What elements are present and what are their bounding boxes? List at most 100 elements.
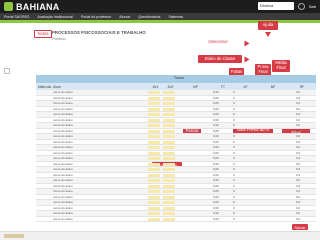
grade-input-av1[interactable]	[148, 206, 160, 210]
cell-mf: 0,0	[296, 90, 301, 95]
nav-item-portal-professor[interactable]: Portal do professor	[81, 15, 111, 19]
grade-input-av1[interactable]	[148, 162, 160, 166]
callout-diario: Diário de Classe	[198, 55, 242, 63]
cell-mf: 0,0	[296, 200, 301, 205]
grade-input-av2[interactable]	[163, 173, 175, 177]
grade-input-av2[interactable]	[163, 206, 175, 210]
col-matricula: Matrícula	[37, 84, 52, 89]
nav-item-alunos[interactable]: Alunos	[119, 15, 130, 19]
footer-logo	[4, 234, 24, 238]
cell-mp: 0,00	[213, 145, 219, 150]
grade-input-av2[interactable]	[163, 190, 175, 193]
student-name: nome do aluno	[53, 112, 73, 117]
grade-input-av1[interactable]	[148, 168, 160, 171]
grade-input-av1[interactable]	[148, 113, 160, 116]
grade-input-av2[interactable]	[163, 140, 175, 144]
student-name: nome do aluno	[53, 178, 73, 183]
cell-ft: 0	[233, 112, 235, 117]
footer	[0, 231, 320, 240]
grade-input-av1[interactable]	[148, 118, 160, 122]
grade-input-av2[interactable]	[163, 217, 175, 221]
student-name: nome do aluno	[53, 172, 73, 177]
grade-input-av1[interactable]	[148, 91, 160, 94]
cell-mf: 0,0	[296, 216, 301, 221]
grade-input-av2[interactable]	[163, 135, 175, 138]
cell-ft: 0	[233, 161, 235, 166]
top-bar: BAHIANA Dinelza Sair	[0, 0, 320, 13]
grade-input-av2[interactable]	[163, 118, 175, 122]
cell-mf: 0,0	[296, 145, 301, 150]
grade-input-av2[interactable]	[163, 91, 175, 94]
menu-icon[interactable]	[4, 68, 10, 74]
grade-input-av2[interactable]	[163, 107, 175, 111]
cell-mp: 0,00	[213, 134, 219, 139]
grade-input-av1[interactable]	[148, 135, 160, 138]
cell-ft: 0	[233, 167, 235, 172]
grade-input-av2[interactable]	[163, 113, 175, 116]
grade-input-av1[interactable]	[148, 201, 160, 204]
grade-input-av2[interactable]	[163, 162, 175, 166]
cell-ft: 0	[233, 183, 235, 188]
grade-input-av1[interactable]	[148, 124, 160, 127]
save-button[interactable]: Salvar	[292, 224, 308, 230]
grade-input-av2[interactable]	[163, 151, 175, 155]
student-name: nome do aluno	[53, 95, 73, 100]
grade-input-av1[interactable]	[148, 190, 160, 193]
nav-item-avaliacao[interactable]: Avaliação Institucional	[37, 15, 73, 19]
cell-ft: 0	[233, 178, 235, 183]
grade-input-av2[interactable]	[163, 195, 175, 199]
student-name: nome do aluno	[53, 145, 73, 150]
grade-input-av1[interactable]	[148, 129, 160, 133]
grade-input-av1[interactable]	[148, 146, 160, 149]
student-name: nome do aluno	[53, 189, 73, 194]
grade-input-av2[interactable]	[163, 184, 175, 188]
cell-ft: 0	[233, 216, 235, 221]
grade-input-av1[interactable]	[148, 140, 160, 144]
user-select[interactable]: Dinelza	[257, 2, 294, 10]
grade-input-av1[interactable]	[148, 212, 160, 215]
grade-input-av1[interactable]	[148, 217, 160, 221]
grade-input-av1[interactable]	[148, 157, 160, 160]
cell-ft: 0	[233, 205, 235, 210]
grade-input-av2[interactable]	[163, 124, 175, 127]
settings-icon[interactable]	[297, 2, 305, 10]
cell-ft: 0	[233, 139, 235, 144]
grade-input-av2[interactable]	[163, 102, 175, 105]
grade-input-av1[interactable]	[148, 195, 160, 199]
student-name: nome do aluno	[53, 139, 73, 144]
col-av1: AV1	[152, 84, 159, 89]
cell-mp: 0,00	[213, 112, 219, 117]
grade-input-av1[interactable]	[148, 179, 160, 182]
nav-item-sistemas[interactable]: Sistemas	[168, 15, 183, 19]
grade-input-av2[interactable]	[163, 179, 175, 182]
table-row: nome do aluno 0,00 0 0,0	[36, 216, 316, 222]
grade-input-av1[interactable]	[148, 102, 160, 105]
arrow-selecionar	[244, 40, 250, 47]
grade-input-av1[interactable]	[148, 173, 160, 177]
cell-ft: 0	[233, 150, 235, 155]
exit-link[interactable]: Sair	[309, 4, 316, 9]
col-ft: FT	[221, 84, 225, 89]
grade-input-av1[interactable]	[148, 151, 160, 155]
grade-input-av2[interactable]	[163, 157, 175, 160]
app-logo: BAHIANA	[4, 1, 60, 12]
cell-ft: 0	[233, 117, 235, 122]
main-nav: Portal SAGRES Avaliação Institucional Po…	[0, 13, 320, 20]
grade-input-av1[interactable]	[148, 107, 160, 111]
grade-input-av2[interactable]	[163, 96, 175, 100]
cell-mf: 0,0	[296, 150, 301, 155]
grade-input-av2[interactable]	[163, 129, 175, 133]
student-name: nome do aluno	[53, 123, 73, 128]
grade-input-av2[interactable]	[163, 201, 175, 204]
grade-input-av2[interactable]	[163, 212, 175, 215]
cell-mf: 0,0	[296, 167, 301, 172]
cell-mf: 0,0	[296, 178, 301, 183]
nav-item-questionarios[interactable]: Questionários	[138, 15, 160, 19]
grade-input-av1[interactable]	[148, 184, 160, 188]
grade-input-av1[interactable]	[148, 96, 160, 100]
grade-input-av2[interactable]	[163, 168, 175, 171]
grade-input-av2[interactable]	[163, 146, 175, 149]
nav-item-portal-sagres[interactable]: Portal SAGRES	[4, 15, 29, 19]
app-title: BAHIANA	[16, 1, 60, 12]
cell-mp: 0,00	[213, 211, 219, 216]
